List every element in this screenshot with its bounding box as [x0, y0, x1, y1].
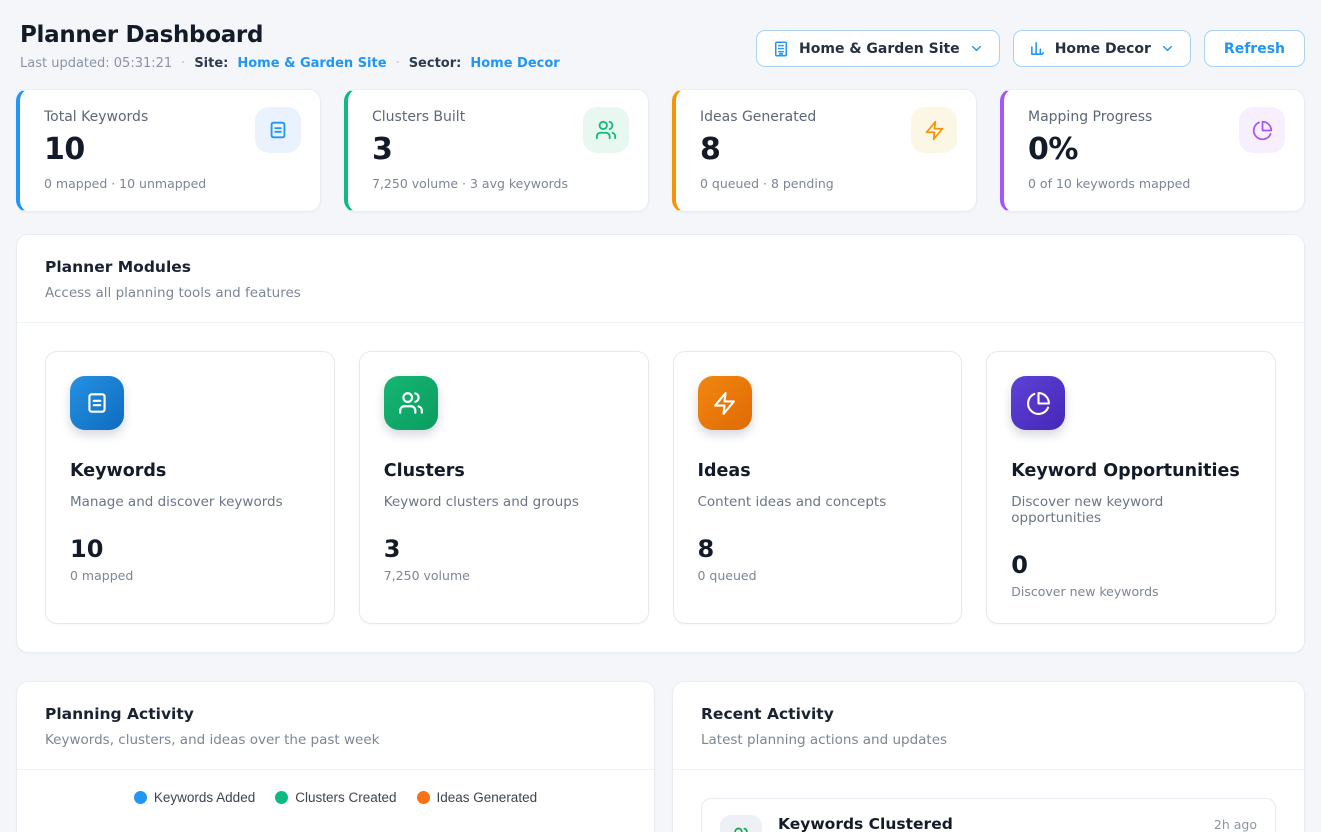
legend-label: Ideas Generated — [437, 790, 538, 805]
sector-selector-label: Home Decor — [1055, 41, 1151, 57]
users-icon — [384, 376, 438, 430]
site-selector-dropdown[interactable]: Home & Garden Site — [756, 30, 1000, 67]
module-value: 0 — [1011, 551, 1251, 579]
module-value: 8 — [698, 535, 938, 563]
module-title: Ideas — [698, 461, 938, 481]
stat-sub: 0 queued · 8 pending — [700, 176, 954, 191]
meta-separator: · — [396, 56, 400, 71]
pie-chart-icon — [1011, 376, 1065, 430]
legend-dot-icon — [417, 791, 430, 804]
section-title: Recent Activity — [701, 705, 1276, 723]
stats-row: Total Keywords 10 0 mapped · 10 unmapped… — [16, 89, 1305, 212]
legend-item-keywords-added: Keywords Added — [134, 790, 255, 805]
legend-label: Keywords Added — [154, 790, 255, 805]
sector-selector-dropdown[interactable]: Home Decor — [1013, 30, 1191, 67]
activity-item-title: Keywords Clustered — [778, 815, 953, 832]
section-title: Planning Activity — [45, 705, 626, 723]
module-card-clusters[interactable]: Clusters Keyword clusters and groups 3 7… — [359, 351, 649, 624]
chart-legend: Keywords Added Clusters Created Ideas Ge… — [17, 790, 654, 805]
users-icon — [583, 107, 629, 153]
module-value: 10 — [70, 535, 310, 563]
planner-modules-header: Planner Modules Access all planning tool… — [17, 235, 1304, 323]
chevron-down-icon — [1160, 41, 1175, 56]
module-sub: 0 queued — [698, 568, 938, 583]
recent-activity-panel: Recent Activity Latest planning actions … — [672, 681, 1305, 832]
module-sub: 0 mapped — [70, 568, 310, 583]
activity-item-time: 2h ago — [1214, 817, 1257, 832]
stat-sub: 0 mapped · 10 unmapped — [44, 176, 298, 191]
recent-activity-header: Recent Activity Latest planning actions … — [673, 682, 1304, 770]
module-sub: Discover new keywords — [1011, 584, 1251, 599]
section-subtitle: Latest planning actions and updates — [701, 732, 1276, 748]
section-subtitle: Access all planning tools and features — [45, 285, 1276, 301]
document-icon — [255, 107, 301, 153]
header-controls: Home & Garden Site Home Decor Refresh — [756, 30, 1305, 67]
users-icon — [720, 815, 762, 832]
module-description: Manage and discover keywords — [70, 494, 310, 510]
page-header: Planner Dashboard Last updated: 05:31:21… — [16, 16, 1305, 75]
module-title: Keywords — [70, 461, 310, 481]
planner-dashboard-page: Planner Dashboard Last updated: 05:31:21… — [0, 0, 1321, 832]
pie-chart-icon — [1239, 107, 1285, 153]
site-label: Site: — [194, 56, 228, 71]
activity-item-body: Keywords Clustered 2h ago 3 new clusters… — [778, 815, 1257, 832]
legend-dot-icon — [134, 791, 147, 804]
bar-chart-icon — [1029, 40, 1046, 57]
legend-dot-icon — [275, 791, 288, 804]
document-icon — [70, 376, 124, 430]
module-card-keyword-opportunities[interactable]: Keyword Opportunities Discover new keywo… — [986, 351, 1276, 624]
planning-activity-panel: Planning Activity Keywords, clusters, an… — [16, 681, 655, 832]
module-title: Keyword Opportunities — [1011, 461, 1251, 481]
stat-card-clusters-built: Clusters Built 3 7,250 volume · 3 avg ke… — [344, 89, 649, 212]
stat-card-mapping-progress: Mapping Progress 0% 0 of 10 keywords map… — [1000, 89, 1305, 212]
module-card-keywords[interactable]: Keywords Manage and discover keywords 10… — [45, 351, 335, 624]
activity-list-item: Keywords Clustered 2h ago 3 new clusters… — [701, 798, 1276, 832]
sector-label: Sector: — [409, 56, 462, 71]
activity-chart: Keywords Added Clusters Created Ideas Ge… — [17, 790, 654, 832]
last-updated: Last updated: 05:31:21 — [20, 56, 172, 71]
module-title: Clusters — [384, 461, 624, 481]
module-card-ideas[interactable]: Ideas Content ideas and concepts 8 0 que… — [673, 351, 963, 624]
module-sub: 7,250 volume — [384, 568, 624, 583]
module-description: Keyword clusters and groups — [384, 494, 624, 510]
building-icon — [772, 40, 790, 58]
legend-item-ideas-generated: Ideas Generated — [417, 790, 538, 805]
sector-link[interactable]: Home Decor — [470, 56, 559, 71]
bottom-row: Planning Activity Keywords, clusters, an… — [16, 681, 1305, 832]
stat-sub: 0 of 10 keywords mapped — [1028, 176, 1282, 191]
legend-label: Clusters Created — [295, 790, 396, 805]
lightning-icon — [698, 376, 752, 430]
refresh-button[interactable]: Refresh — [1204, 30, 1305, 67]
legend-item-clusters-created: Clusters Created — [275, 790, 396, 805]
planning-activity-header: Planning Activity Keywords, clusters, an… — [17, 682, 654, 770]
stat-card-total-keywords: Total Keywords 10 0 mapped · 10 unmapped — [16, 89, 321, 212]
chevron-down-icon — [969, 41, 984, 56]
planner-modules-panel: Planner Modules Access all planning tool… — [16, 234, 1305, 653]
site-selector-label: Home & Garden Site — [799, 41, 960, 57]
module-value: 3 — [384, 535, 624, 563]
site-link[interactable]: Home & Garden Site — [237, 56, 386, 71]
section-subtitle: Keywords, clusters, and ideas over the p… — [45, 732, 626, 748]
stat-card-ideas-generated: Ideas Generated 8 0 queued · 8 pending — [672, 89, 977, 212]
activity-list: Keywords Clustered 2h ago 3 new clusters… — [673, 770, 1304, 832]
meta-separator: · — [181, 56, 185, 71]
module-description: Content ideas and concepts — [698, 494, 938, 510]
stat-sub: 7,250 volume · 3 avg keywords — [372, 176, 626, 191]
module-description: Discover new keyword opportunities — [1011, 494, 1251, 526]
modules-grid: Keywords Manage and discover keywords 10… — [17, 323, 1304, 652]
section-title: Planner Modules — [45, 258, 1276, 276]
lightning-icon — [911, 107, 957, 153]
